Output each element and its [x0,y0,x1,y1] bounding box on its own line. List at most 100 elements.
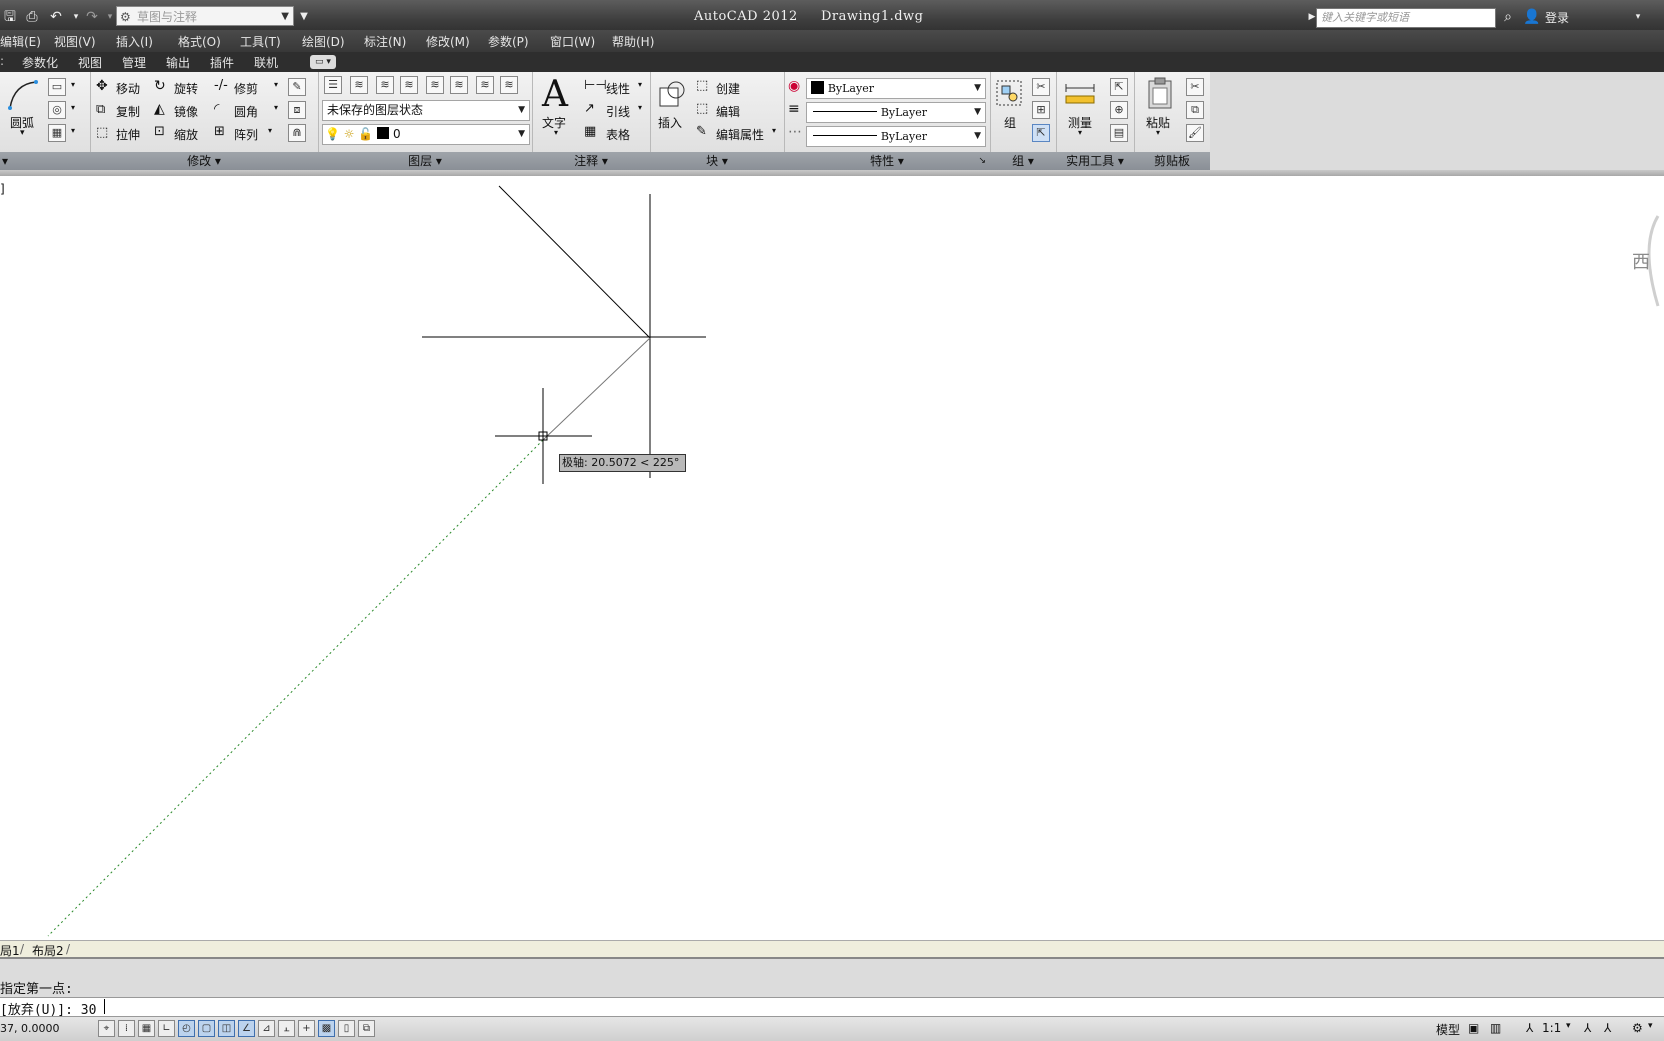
menu-format[interactable]: 格式(O) [178,33,221,50]
measure-icon[interactable] [1064,82,1096,106]
panel-properties-title[interactable]: 特性 ▾ ↘ [784,152,990,170]
quick-properties-icon[interactable]: ▯ [338,1020,355,1037]
chevron-down-icon[interactable]: ▾ [772,126,776,135]
offset-icon[interactable]: ⋒ [288,124,306,142]
table-icon[interactable]: ▦ [584,124,596,139]
auto-scale-icon[interactable]: ⅄ [1604,1021,1611,1035]
linear-button[interactable]: 线性 [606,80,630,97]
explode-icon[interactable]: ⧈ [288,101,306,119]
ribbon-minimize-button[interactable]: ▭ ▾ [310,55,336,69]
layer-state-select[interactable]: 未保存的图层状态 ▼ [322,100,530,121]
scale-button[interactable]: 缩放 [174,126,198,143]
scale-icon[interactable]: ⊡ [154,124,165,139]
stretch-icon[interactable]: ⬚ [96,125,108,140]
erase-icon[interactable]: ✎ [288,78,306,96]
tab-output[interactable]: 输出 [166,54,190,71]
viewcube-west-label[interactable]: 西 [1632,248,1650,274]
array-button[interactable]: 阵列 [234,126,258,143]
layer-make-current-icon[interactable]: ≋ [350,76,368,94]
login-button[interactable]: 登录 [1545,9,1569,26]
create-block-icon[interactable]: ⬚ [696,78,708,93]
edit-attributes-button[interactable]: 编辑属性 [716,126,764,143]
color-select[interactable]: ByLayer ▼ [806,78,986,99]
linear-dimension-icon[interactable]: ⊢⊣ [584,78,607,93]
array-icon[interactable]: ⊞ [214,124,225,139]
ellipse-icon[interactable]: ◎ [48,101,66,119]
chevron-down-icon[interactable]: ▾ [638,80,642,89]
arc-icon[interactable] [6,78,40,112]
menu-parametric[interactable]: 参数(P) [488,33,529,50]
menu-draw[interactable]: 绘图(D) [302,33,345,50]
match-properties-icon[interactable]: ◉ [788,78,800,94]
cut-icon[interactable]: ✂ [1186,78,1204,96]
chevron-down-icon[interactable]: ▾ [1156,128,1160,137]
quick-view-layouts-icon[interactable]: ▣ [1468,1021,1479,1035]
lineweight-toggle-icon[interactable]: + [298,1020,315,1037]
chevron-down-icon[interactable]: ▾ [268,126,272,135]
menu-tools[interactable]: 工具(T) [240,33,281,50]
mirror-icon[interactable]: ◭ [154,101,165,117]
chevron-down-icon[interactable]: ▾ [1078,128,1082,137]
panel-draw-title-arrow[interactable]: ▾ [0,152,90,170]
trim-icon[interactable]: -/- [214,78,228,93]
annotation-visibility-icon[interactable]: ⅄ [1584,1021,1591,1035]
polar-tracking-icon[interactable]: ◴ [178,1020,195,1037]
panel-modify-title[interactable]: 修改 ▾ [90,152,318,170]
coordinate-readout[interactable]: 37, 0.0000 [0,1022,59,1035]
viewport-label[interactable]: ] [0,182,5,196]
rectangle-icon[interactable]: ▭ [48,78,66,96]
edit-button[interactable]: 编辑 [716,103,740,120]
fillet-button[interactable]: 圆角 [234,103,258,120]
layer-select[interactable]: 💡 ☼ 🔓 0 ▼ [322,124,530,145]
command-input-field[interactable] [0,997,1664,1017]
create-button[interactable]: 创建 [716,80,740,97]
chevron-down-icon[interactable]: ▾ [1648,1021,1653,1031]
point-id-icon[interactable]: ⊕ [1110,101,1128,119]
insert-block-icon[interactable] [656,78,688,110]
search-input[interactable]: 键入关键字或短语 [1316,8,1496,28]
match-properties-brush-icon[interactable]: 🖌 [1186,124,1204,142]
hatch-icon[interactable]: ▦ [48,124,66,142]
chevron-down-icon[interactable]: ▾ [71,80,75,89]
layer-unisolate-icon[interactable]: ≋ [450,76,468,94]
menu-dimension[interactable]: 标注(N) [364,33,406,50]
object-snap-icon[interactable]: ▢ [198,1020,215,1037]
menu-view[interactable]: 视图(V) [54,33,96,50]
trim-button[interactable]: 修剪 [234,80,258,97]
leader-icon[interactable]: ↗ [584,101,595,116]
layer-freeze-icon[interactable]: ≋ [476,76,494,94]
layer-off-icon[interactable]: ≋ [500,76,518,94]
binoculars-icon[interactable]: ⌕ [1498,7,1518,27]
insert-button[interactable]: 插入 [658,114,682,131]
dynamic-input-icon[interactable]: ⫠ [278,1020,295,1037]
text-icon[interactable]: A [542,74,568,115]
panel-annotation-title[interactable]: 注释 ▾ [532,152,650,170]
group-selection-icon[interactable]: ⇱ [1032,124,1050,142]
grid-display-icon[interactable]: ▦ [138,1020,155,1037]
paste-icon[interactable] [1146,76,1174,110]
copy-button[interactable]: 复制 [116,103,140,120]
user-icon[interactable]: 👤 [1522,7,1542,27]
copy-icon[interactable]: ⧉ [96,102,105,117]
menu-modify[interactable]: 修改(M) [426,33,470,50]
drawing-canvas[interactable] [0,176,1664,940]
tab-manage[interactable]: 管理 [122,54,146,71]
chevron-down-icon[interactable]: ▾ [554,128,558,137]
group-edit-icon[interactable]: ⊞ [1032,101,1050,119]
quick-view-drawings-icon[interactable]: ▥ [1490,1021,1501,1035]
rotate-button[interactable]: 旋转 [174,80,198,97]
chevron-down-icon[interactable]: ▾ [71,126,75,135]
lineweight-select[interactable]: ByLayer ▼ [806,126,986,147]
move-button[interactable]: 移动 [116,80,140,97]
rotate-icon[interactable]: ↻ [154,78,166,94]
ortho-mode-icon[interactable]: ∟ [158,1020,175,1037]
transparency-icon[interactable]: ▩ [318,1020,335,1037]
chevron-down-icon[interactable]: ▾ [638,103,642,112]
layer-previous-icon[interactable]: ≋ [400,76,418,94]
annotation-scale-icon[interactable]: ⅄ [1526,1021,1533,1035]
edit-attributes-icon[interactable]: ✎ [696,124,707,139]
model-space-button[interactable]: 模型 [1436,1021,1460,1038]
linetype-select[interactable]: ByLayer ▼ [806,102,986,123]
panel-layers-title[interactable]: 图层 ▾ [318,152,532,170]
chevron-down-icon[interactable]: ▾ [274,103,278,112]
